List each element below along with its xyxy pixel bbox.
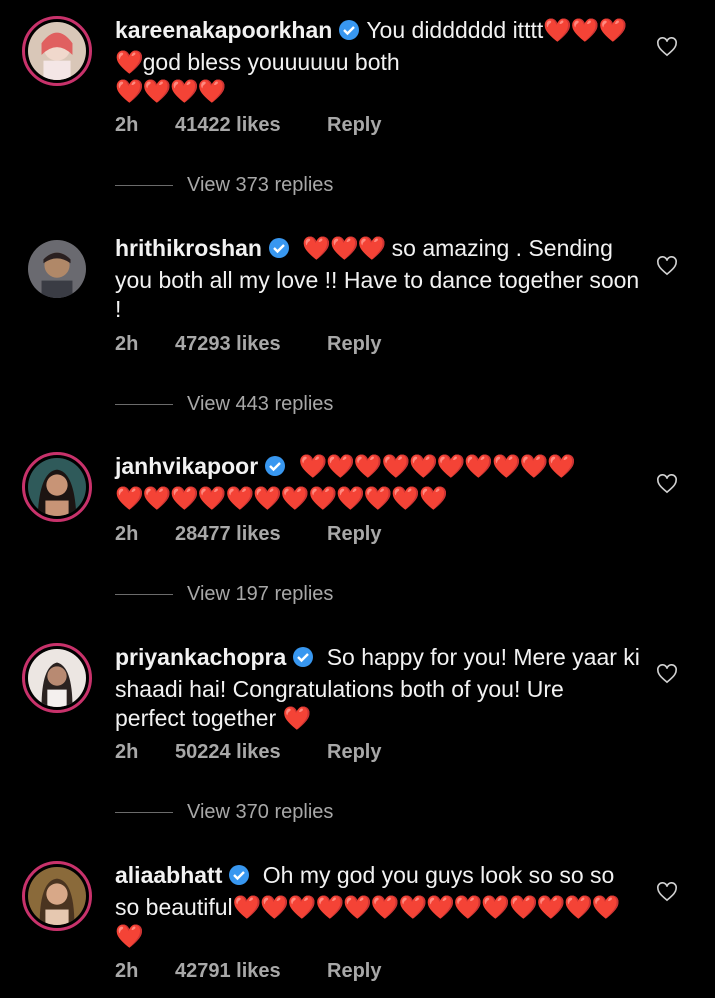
- view-replies-button[interactable]: View 373 replies: [115, 174, 333, 197]
- heart-like-icon[interactable]: [656, 256, 678, 276]
- heart-like-icon[interactable]: [656, 664, 678, 684]
- comment-meta: 2h 41422 likes Reply: [115, 114, 382, 137]
- view-replies-button[interactable]: View 370 replies: [115, 801, 333, 824]
- avatar-janhvikapoor[interactable]: [22, 452, 92, 522]
- username[interactable]: kareenakapoorkhan: [115, 17, 332, 43]
- comment-text: aliaabhatt Oh my god you guys look so so…: [115, 862, 621, 949]
- comment-meta: 2h 42791 likes Reply: [115, 960, 382, 983]
- reply-button[interactable]: Reply: [327, 114, 381, 137]
- likes-count[interactable]: 42791 likes: [175, 960, 327, 983]
- username[interactable]: hrithikroshan: [115, 235, 262, 261]
- avatar-kareenakapoorkhan[interactable]: [22, 16, 92, 86]
- verified-badge-icon: [338, 19, 360, 48]
- avatar-hrithikroshan[interactable]: [22, 234, 92, 304]
- heart-like-icon[interactable]: [656, 37, 678, 57]
- comment-text: priyankachopra So happy for you! Mere ya…: [115, 644, 640, 731]
- heart-like-icon[interactable]: [656, 474, 678, 494]
- username[interactable]: aliaabhatt: [115, 862, 222, 888]
- avatar-priyankachopra[interactable]: [22, 643, 92, 713]
- view-replies-button[interactable]: View 443 replies: [115, 393, 333, 416]
- verified-badge-icon: [264, 455, 286, 484]
- comment-meta: 2h 28477 likes Reply: [115, 523, 382, 546]
- comment-text: hrithikroshan ❤️❤️❤️ so amazing . Sendin…: [115, 235, 640, 322]
- reply-button[interactable]: Reply: [327, 333, 381, 356]
- reply-button[interactable]: Reply: [327, 523, 381, 546]
- likes-count[interactable]: 50224 likes: [175, 741, 327, 764]
- comment-text: janhvikapoor ❤️❤️❤️❤️❤️❤️❤️❤️❤️❤️ ❤️❤️❤️…: [115, 453, 576, 511]
- comment-text: kareenakapoorkhan You didddddd itttt❤️❤️❤…: [115, 17, 627, 104]
- divider-line: [115, 812, 173, 814]
- verified-badge-icon: [268, 237, 290, 266]
- reply-button[interactable]: Reply: [327, 741, 381, 764]
- view-replies-button[interactable]: View 197 replies: [115, 583, 333, 606]
- divider-line: [115, 404, 173, 406]
- avatar-aliaabhatt[interactable]: [22, 861, 92, 931]
- divider-line: [115, 185, 173, 187]
- verified-badge-icon: [228, 864, 250, 893]
- heart-like-icon[interactable]: [656, 882, 678, 902]
- likes-count[interactable]: 41422 likes: [175, 114, 327, 137]
- likes-count[interactable]: 28477 likes: [175, 523, 327, 546]
- verified-badge-icon: [292, 646, 314, 675]
- divider-line: [115, 594, 173, 596]
- username[interactable]: priyankachopra: [115, 644, 286, 670]
- reply-button[interactable]: Reply: [327, 960, 381, 983]
- comment-meta: 2h 50224 likes Reply: [115, 741, 382, 764]
- username[interactable]: janhvikapoor: [115, 453, 258, 479]
- likes-count[interactable]: 47293 likes: [175, 333, 327, 356]
- comment-meta: 2h 47293 likes Reply: [115, 333, 382, 356]
